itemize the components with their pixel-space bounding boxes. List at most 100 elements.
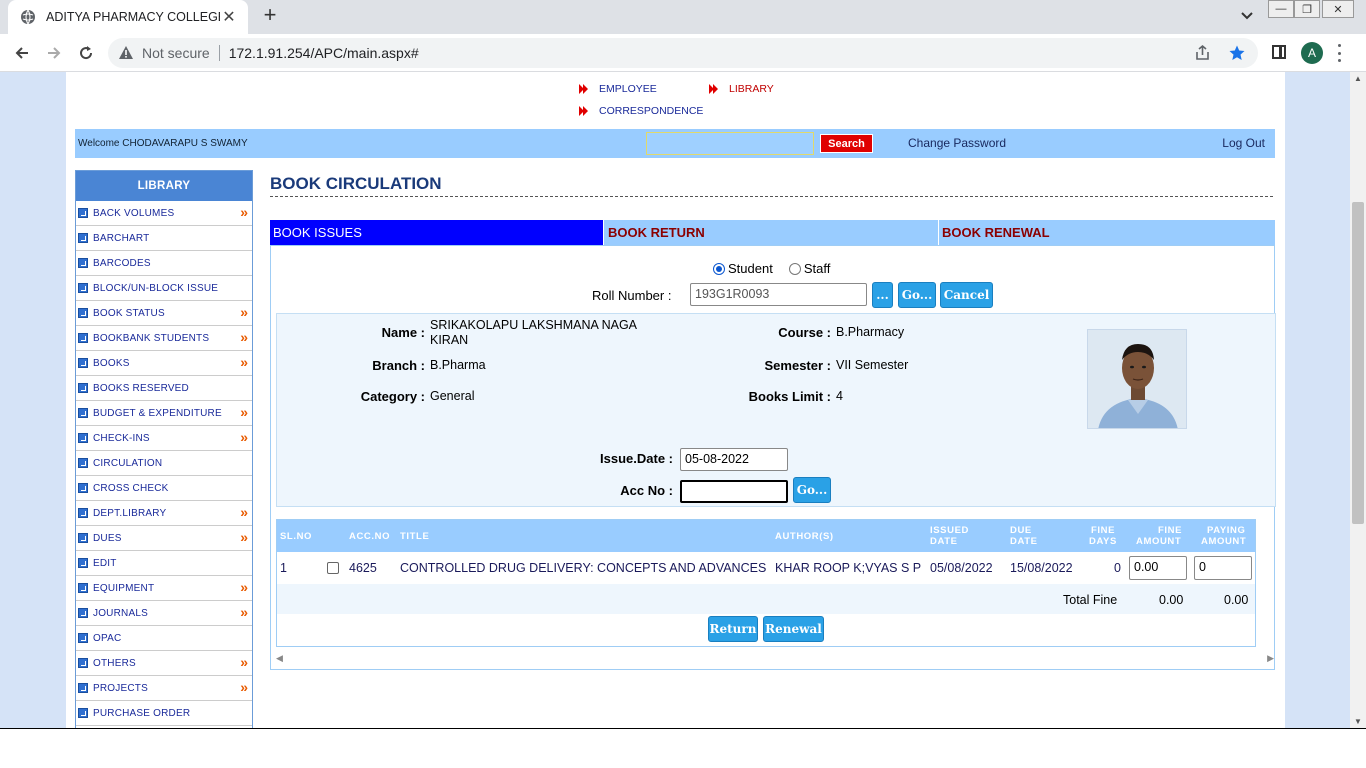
go-button[interactable]: Go... (898, 282, 936, 308)
sidebar-item-journals[interactable]: JOURNALS » (76, 601, 252, 626)
menu-bullet-icon (78, 608, 88, 618)
top-menu-employee[interactable]: EMPLOYEE (578, 83, 657, 95)
cancel-button[interactable]: Cancel (940, 282, 993, 308)
acc-go-button[interactable]: Go... (793, 477, 831, 503)
row-accno: 4625 (349, 561, 377, 575)
minimize-icon[interactable]: — (1268, 0, 1294, 18)
scrollbar-thumb[interactable] (1352, 202, 1364, 524)
side-panel-icon[interactable] (1272, 45, 1286, 59)
profile-avatar[interactable]: A (1301, 42, 1323, 64)
sidebar-item-dues[interactable]: DUES » (76, 526, 252, 551)
search-input[interactable] (646, 132, 814, 155)
row-select-checkbox[interactable] (327, 562, 339, 574)
top-menu-library[interactable]: LIBRARY (708, 83, 774, 95)
submenu-arrow-icon[interactable]: » (240, 529, 248, 545)
sidebar-item-book-status[interactable]: BOOK STATUS » (76, 301, 252, 326)
top-menu-correspondence[interactable]: CORRESPONDENCE (578, 105, 703, 117)
return-button[interactable]: Return (708, 616, 758, 642)
browser-tab[interactable]: ADITYA PHARMACY COLLEGE ✕ (8, 0, 248, 34)
sidebar-title: LIBRARY (76, 171, 252, 201)
sidebar-item-back-volumes[interactable]: BACK VOLUMES » (76, 201, 252, 226)
sidebar-item-barchart[interactable]: BARCHART (76, 226, 252, 251)
sidebar-item-block-un-block-issue[interactable]: BLOCK/UN-BLOCK ISSUE (76, 276, 252, 301)
back-icon[interactable] (10, 42, 34, 64)
restore-icon[interactable]: ❐ (1294, 0, 1320, 18)
sidebar-item-projects[interactable]: PROJECTS » (76, 676, 252, 701)
semester-value: VII Semester (836, 358, 909, 372)
logout-link[interactable]: Log Out (1222, 136, 1265, 150)
red-arrow-icon (579, 106, 588, 116)
sidebar-item-dept-library[interactable]: DEPT.LIBRARY » (76, 501, 252, 526)
sidebar-item-cross-check[interactable]: CROSS CHECK (76, 476, 252, 501)
staff-radio[interactable] (788, 262, 801, 275)
tab-book-issues[interactable]: BOOK ISSUES (270, 220, 604, 245)
sidebar-item-check-ins[interactable]: CHECK-INS » (76, 426, 252, 451)
address-bar[interactable]: Not secure 172.1.91.254/APC/main.aspx# (108, 38, 1258, 68)
sidebar-item-bookbank-students[interactable]: BOOKBANK STUDENTS » (76, 326, 252, 351)
submenu-arrow-icon[interactable]: » (240, 654, 248, 670)
submenu-arrow-icon[interactable]: » (240, 679, 248, 695)
menu-icon[interactable] (1336, 44, 1342, 62)
reload-icon[interactable] (74, 42, 98, 64)
col-title: TITLE (400, 531, 430, 542)
welcome-text: Welcome CHODAVARAPU S SWAMY (78, 138, 248, 149)
sidebar-item-label: CIRCULATION (93, 457, 163, 469)
submenu-arrow-icon[interactable]: » (240, 604, 248, 620)
scroll-down-icon[interactable]: ▼ (1354, 717, 1362, 726)
bookmark-star-icon[interactable] (1228, 44, 1246, 62)
sidebar-item-label: BUDGET & EXPENDITURE (93, 407, 222, 419)
sidebar-item-purchase-order[interactable]: PURCHASE ORDER (76, 701, 252, 726)
submenu-arrow-icon[interactable]: » (240, 329, 248, 345)
scroll-left-icon[interactable]: ◀ (276, 653, 283, 664)
submenu-arrow-icon[interactable]: » (240, 579, 248, 595)
tab-book-return[interactable]: BOOK RETURN (605, 220, 939, 245)
menu-bullet-icon (78, 658, 88, 668)
sidebar-item-edit[interactable]: EDIT (76, 551, 252, 576)
total-fine-row: Total Fine 0.00 0.00 (277, 584, 1255, 614)
search-button[interactable]: Search (820, 134, 873, 153)
issue-panel: Student Staff Roll Number : 193G1R0093 .… (270, 245, 1276, 670)
sidebar-item-books-reserved[interactable]: BOOKS RESERVED (76, 376, 252, 401)
title-divider (270, 196, 1273, 197)
scroll-right-icon[interactable]: ▶ (1267, 653, 1274, 664)
sidebar-item-barcodes[interactable]: BARCODES (76, 251, 252, 276)
close-tab-icon[interactable]: ✕ (220, 7, 238, 27)
submenu-arrow-icon[interactable]: » (240, 354, 248, 370)
browser-toolbar: Not secure 172.1.91.254/APC/main.aspx# A (0, 34, 1366, 72)
sidebar-item-circulation[interactable]: CIRCULATION (76, 451, 252, 476)
sidebar-item-opac[interactable]: OPAC (76, 626, 252, 651)
acc-no-input[interactable] (680, 480, 788, 503)
browse-button[interactable]: ... (872, 282, 893, 308)
scroll-up-icon[interactable]: ▲ (1354, 74, 1362, 83)
warning-icon[interactable] (118, 45, 134, 61)
renewal-button[interactable]: Renewal (763, 616, 824, 642)
grid-header: SL.NO ACC.NO TITLE AUTHOR(S) ISSUED DATE… (277, 520, 1255, 552)
student-radio[interactable] (713, 262, 725, 275)
tab-book-renewal[interactable]: BOOK RENEWAL (939, 220, 1275, 245)
page-scrollbar[interactable]: ▲ ▼ (1350, 72, 1366, 728)
url-text[interactable]: 172.1.91.254/APC/main.aspx# (229, 45, 419, 61)
sidebar-item-label: BLOCK/UN-BLOCK ISSUE (93, 282, 219, 294)
submenu-arrow-icon[interactable]: » (240, 404, 248, 420)
sidebar-item-budget-expenditure[interactable]: BUDGET & EXPENDITURE » (76, 401, 252, 426)
submenu-arrow-icon[interactable]: » (240, 204, 248, 220)
roll-number-input[interactable]: 193G1R0093 (690, 283, 867, 306)
issue-date-input[interactable]: 05-08-2022 (680, 448, 788, 471)
change-password-link[interactable]: Change Password (908, 136, 1006, 150)
sidebar-item-books[interactable]: BOOKS » (76, 351, 252, 376)
submenu-arrow-icon[interactable]: » (240, 429, 248, 445)
menu-bullet-icon (78, 208, 88, 218)
sidebar-item-equipment[interactable]: EQUIPMENT » (76, 576, 252, 601)
member-type-group: Student Staff (713, 261, 830, 276)
submenu-arrow-icon[interactable]: » (240, 304, 248, 320)
submenu-arrow-icon[interactable]: » (240, 504, 248, 520)
share-icon[interactable] (1194, 44, 1212, 62)
paying-amount-input[interactable]: 0 (1194, 556, 1252, 580)
horizontal-scrollbar[interactable]: ◀ ▶ (276, 651, 1274, 665)
new-tab-icon[interactable]: + (258, 4, 282, 28)
chevron-down-icon[interactable] (1237, 6, 1257, 26)
sidebar-item-others[interactable]: OTHERS » (76, 651, 252, 676)
fine-amount-input[interactable]: 0.00 (1129, 556, 1187, 580)
forward-icon[interactable] (42, 42, 66, 64)
window-close-icon[interactable]: ✕ (1322, 0, 1354, 18)
